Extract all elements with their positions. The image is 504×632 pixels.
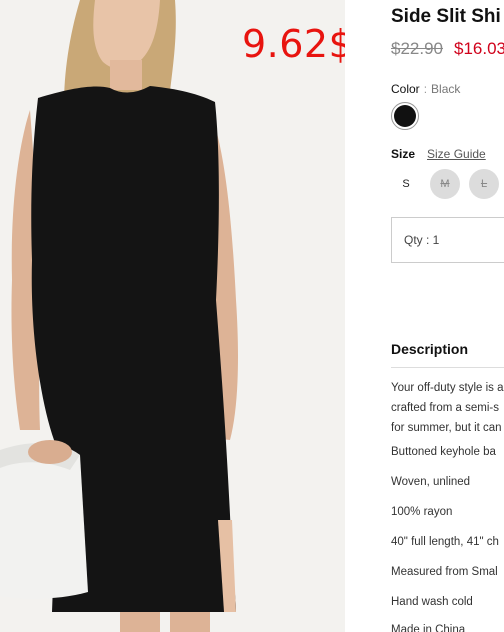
size-guide-link[interactable]: Size Guide [427, 147, 486, 161]
size-selector-label: Size Size Guide [391, 147, 486, 161]
description-divider [391, 367, 504, 368]
color-swatch-fill [394, 105, 416, 127]
description-paragraph: Your off-duty style is a crafted from a … [391, 378, 504, 438]
size-option-s[interactable]: S [391, 169, 421, 199]
feature-item: Hand wash cold [391, 596, 473, 608]
feature-item: Woven, unlined [391, 476, 471, 488]
color-label: Color [391, 82, 420, 96]
description-line: Your off-duty style is a [391, 382, 504, 394]
model-photo-illustration [0, 0, 345, 632]
quantity-label: Qty : 1 [404, 233, 440, 247]
feature-item: Made in China [391, 624, 466, 632]
product-image[interactable]: 9.62$ [0, 0, 345, 632]
color-separator: : [423, 82, 428, 96]
color-value: Black [431, 82, 461, 96]
description-line: crafted from a semi-s [391, 402, 499, 414]
size-label: Size [391, 147, 416, 161]
color-swatch-black[interactable] [391, 102, 419, 130]
sale-price: $16.03 [454, 39, 504, 58]
original-price: $22.90 [391, 39, 443, 58]
feature-item: Buttoned keyhole ba [391, 446, 496, 458]
description-line: for summer, but it can [391, 422, 502, 434]
product-details: Side Slit Shi $22.90 $16.03 Color: Black … [391, 0, 504, 632]
size-option-l[interactable]: L [469, 169, 499, 199]
product-title: Side Slit Shi [391, 6, 501, 27]
feature-item: 100% rayon [391, 506, 453, 518]
feature-item: 40" full length, 41" ch [391, 536, 499, 548]
feature-item: Measured from Smal [391, 566, 498, 578]
price-overlay: 9.62$ [242, 22, 345, 66]
size-option-m[interactable]: M [430, 169, 460, 199]
quantity-selector[interactable]: Qty : 1 [391, 217, 504, 263]
description-heading: Description [391, 341, 469, 357]
color-selector-label: Color: Black [391, 82, 460, 96]
